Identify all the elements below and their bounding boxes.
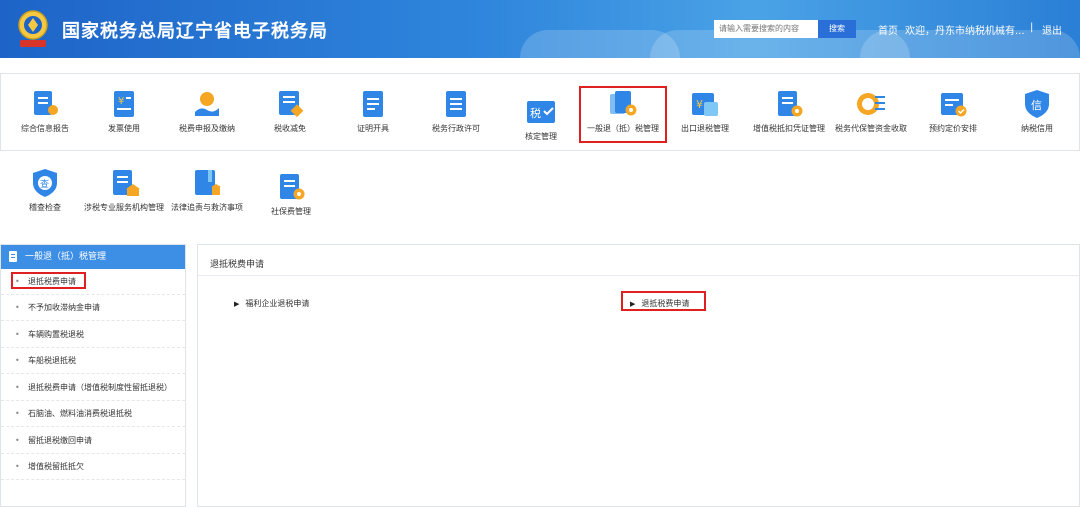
menu-item-invoice[interactable]: ¥ 发票使用 [79,88,169,134]
content-divider [198,275,1079,276]
menu-label: 证明开具 [357,124,389,133]
agency-bank-icon [113,170,140,196]
tax-check-icon: 税 [527,101,555,123]
svg-text:¥: ¥ [118,96,124,107]
menu-label: 纳税信用 [1021,124,1053,133]
svg-text:信: 信 [1031,99,1042,112]
search-button[interactable]: 搜索 [818,20,856,38]
menu-label: 税收减免 [274,124,306,133]
svg-text:¥: ¥ [696,98,703,111]
highlight-frame-general-refund [579,86,667,143]
coin-list-icon [857,93,885,115]
credit-shield-icon: 信 [1025,90,1049,118]
menu-label: 社保费管理 [271,207,311,216]
menu-item-custody-funds[interactable]: 税务代保管资金收取 [826,88,916,134]
social-gear-icon [280,174,305,200]
document-icon [9,251,17,262]
header-separator: | [1030,22,1034,33]
calendar-check-icon [941,93,967,117]
inspect-shield-icon: 查 [33,169,57,197]
sidebar-item-late-fee-waiver[interactable]: 不予加收滞纳金申请 [1,295,185,321]
menu-item-tax-relief[interactable]: 税收减免 [245,88,335,134]
sidebar-item-credit-return[interactable]: 留抵退税缴回申请 [1,428,185,454]
menu-item-social-insurance[interactable]: 社保费管理 [246,171,336,217]
menu-label: 法律追责与救济事项 [171,203,243,212]
highlight-frame-sidebar-item [11,272,86,289]
menu-label: 预约定价安排 [929,124,977,133]
triangle-right-icon: ▶ [234,300,240,308]
highlight-frame-content-link [621,291,706,311]
search-input[interactable] [714,20,818,38]
menu-label: 税务行政许可 [432,124,480,133]
doc-mic-icon [34,91,58,115]
invoice-icon: ¥ [114,91,134,117]
home-link[interactable]: 首页 [878,22,898,37]
menu-label: 增值税抵扣凭证管理 [753,124,825,133]
sidebar-item-fuel-tax-refund[interactable]: 石脑油、燃料油消费税退抵税 [1,401,185,427]
sidebar-item-vat-credit-offset[interactable]: 增值税留抵抵欠 [1,454,185,480]
menu-item-agency-management[interactable]: 涉税专业服务机构管理 [79,167,169,213]
sidebar-item-vehicle-purchase-refund[interactable]: 车辆购置税退税 [1,322,185,348]
sidebar-header: 一般退（抵）税管理 [1,245,185,269]
sidebar-item-vehicle-vessel-refund[interactable]: 车船税退抵税 [1,348,185,374]
certificate-icon [363,91,383,117]
menu-item-certificate[interactable]: 证明开具 [328,88,418,134]
menu-label: 税务代保管资金收取 [835,124,907,133]
menu-label: 核定管理 [525,132,557,141]
content-title: 退抵税费申请 [210,260,265,270]
welcome-text: 欢迎，丹东市纳税机械有... [905,26,1025,37]
menu-item-declaration[interactable]: 税费申报及缴纳 [162,88,252,134]
menu-item-pricing-arrangement[interactable]: 预约定价安排 [908,88,998,134]
tax-emblem-icon [18,10,48,47]
logout-link[interactable]: 退出 [1042,22,1062,37]
header-banner: 国家税务总局辽宁省电子税务局 搜索 首页 欢迎，丹东市纳税机械有... | 退出 [0,0,1080,58]
menu-item-inspection[interactable]: 查 稽查检查 [0,167,90,213]
main-content-panel: 退抵税费申请 ▶ 福利企业退税申请 ▶ 退抵税费申请 [197,244,1080,507]
menu-item-assessment[interactable]: 税 核定管理 [496,96,586,142]
link-welfare-enterprise-refund[interactable]: ▶ 福利企业退税申请 [234,298,309,309]
link-label: 福利企业退税申请 [245,299,310,308]
menu-item-info-report[interactable]: 综合信息报告 [0,88,90,134]
svg-text:查: 查 [40,178,49,190]
document-icon [446,91,466,117]
menu-item-vat-deduction[interactable]: 增值税抵扣凭证管理 [744,88,834,134]
menu-item-tax-credit[interactable]: 信 纳税信用 [992,88,1080,134]
menu-label: 发票使用 [108,124,140,133]
menu-item-admin-permit[interactable]: 税务行政许可 [411,88,501,134]
menu-label: 综合信息报告 [21,124,69,133]
menu-label: 税费申报及缴纳 [179,124,235,133]
export-refund-icon: ¥ [692,93,718,116]
hand-coin-icon [195,92,219,116]
sidebar-item-vat-credit-refund[interactable]: 退抵税费申请（增值税制度性留抵退税） [1,375,185,401]
vat-gear-icon [778,91,803,117]
svg-text:税: 税 [530,106,541,120]
menu-label: 稽查检查 [29,203,61,212]
sidebar-title: 一般退（抵）税管理 [25,252,107,262]
site-title: 国家税务总局辽宁省电子税务局 [62,21,328,42]
list-tag-icon [279,91,304,118]
law-book-icon [195,170,221,195]
menu-item-legal-remedy[interactable]: 法律追责与救济事项 [162,167,252,213]
menu-label: 出口退税管理 [681,124,729,133]
menu-item-export-refund[interactable]: ¥ 出口退税管理 [660,88,750,134]
menu-label: 涉税专业服务机构管理 [84,203,164,212]
